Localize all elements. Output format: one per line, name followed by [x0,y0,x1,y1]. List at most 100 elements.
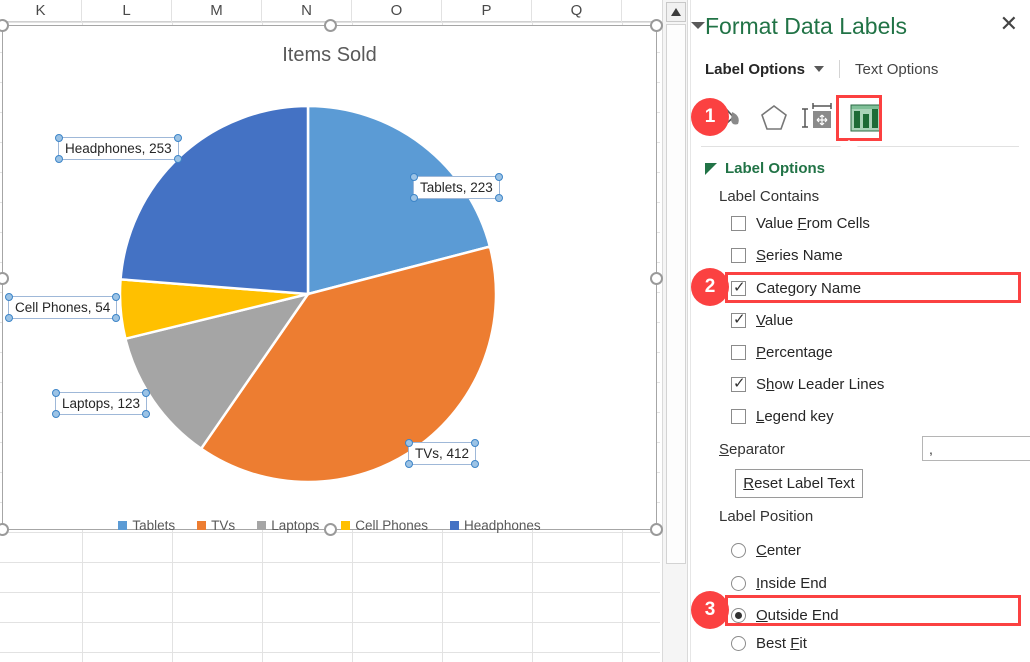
data-label-handle-bl[interactable] [410,194,418,202]
data-label[interactable]: Headphones, 253 [58,137,179,160]
close-icon[interactable]: ✕ [1000,14,1018,34]
checkbox-label: Series Name [756,247,843,264]
pane-tab-bar: Label Options Text Options [705,60,938,78]
chart-handle-middle-right[interactable] [650,272,663,285]
highlight-category-name [725,272,1021,303]
legend-swatch [118,521,127,530]
reset-label-text-button[interactable]: Reset Label Text [735,469,863,498]
radio-unselected-icon[interactable] [731,636,746,651]
pentagon-glyph [751,98,797,138]
radio-label: Best Fit [756,635,807,652]
checkbox-row-value-from-cells[interactable]: Value From Cells [731,210,1021,236]
data-label[interactable]: Laptops, 123 [55,392,147,415]
data-label[interactable]: Cell Phones, 54 [8,296,117,319]
column-header-N[interactable]: N [262,0,352,22]
scrollbar-thumb[interactable] [666,24,686,564]
data-label-handle-tl[interactable] [55,134,63,142]
worksheet-area: KLMNOPQR Items Sold Tablets, 223Headphon… [0,0,690,662]
tab-text-options[interactable]: Text Options [855,61,938,78]
checkbox-unchecked-icon[interactable] [731,409,746,424]
legend-item-tvs[interactable]: TVs [197,518,235,533]
scroll-up-arrow-icon[interactable] [666,2,686,22]
data-label-handle-br[interactable] [174,155,182,163]
chart-handle-bottom-right[interactable] [650,523,663,536]
data-label-handle-tl[interactable] [5,293,13,301]
data-label-text: TVs, 412 [415,446,469,461]
column-header-O[interactable]: O [352,0,442,22]
pane-menu-chevron-icon[interactable] [691,22,705,29]
grid-row-line [0,652,660,653]
effects-pentagon-icon[interactable] [751,98,797,138]
column-header-K[interactable]: K [0,0,82,22]
separator-label: Separator [719,441,785,458]
legend-label: Tablets [132,518,175,533]
separator-dropdown[interactable]: , [922,436,1030,461]
radio-row-center[interactable]: Center [731,537,1021,563]
group-label-contains: Label Contains [719,188,819,205]
column-header-P[interactable]: P [442,0,532,22]
selected-tab-pointer [840,140,858,147]
checkbox-row-series-name[interactable]: Series Name [731,242,1021,268]
checkbox-unchecked-icon[interactable] [731,345,746,360]
data-label-handle-bl[interactable] [5,314,13,322]
checkbox-row-legend-key[interactable]: Legend key [731,403,1021,429]
data-label-handle-bl[interactable] [55,155,63,163]
label-options-section-header[interactable]: Label Options [705,160,825,177]
data-label-handle-tr[interactable] [471,439,479,447]
checkbox-checked-icon[interactable] [731,377,746,392]
legend-label: Headphones [464,518,541,533]
legend-swatch [197,521,206,530]
radio-unselected-icon[interactable] [731,543,746,558]
checkbox-unchecked-icon[interactable] [731,248,746,263]
chart-title: Items Sold [3,44,656,67]
data-label-handle-bl[interactable] [405,460,413,468]
legend-item-cell-phones[interactable]: Cell Phones [341,518,428,533]
checkbox-unchecked-icon[interactable] [731,216,746,231]
tab-label-options[interactable]: Label Options [705,61,805,78]
data-label-handle-tr[interactable] [174,134,182,142]
legend-item-laptops[interactable]: Laptops [257,518,319,533]
radio-label: Inside End [756,575,827,592]
data-label-handle-br[interactable] [495,194,503,202]
checkbox-label: Legend key [756,408,834,425]
data-label-handle-br[interactable] [471,460,479,468]
radio-row-best-fit[interactable]: Best Fit [731,630,1021,656]
legend-swatch [450,521,459,530]
checkbox-row-percentage[interactable]: Percentage [731,339,1021,365]
data-label-handle-bl[interactable] [52,410,60,418]
column-header-L[interactable]: L [82,0,172,22]
caret-up-icon [671,8,681,16]
legend-label: TVs [211,518,235,533]
data-label-handle-tl[interactable] [52,389,60,397]
data-label-text: Headphones, 253 [65,141,172,156]
legend-item-tablets[interactable]: Tablets [118,518,175,533]
radio-row-inside-end[interactable]: Inside End [731,570,1021,596]
legend-item-headphones[interactable]: Headphones [450,518,541,533]
chart-handle-middle-left[interactable] [0,272,9,285]
data-label-handle-tl[interactable] [405,439,413,447]
data-label[interactable]: TVs, 412 [408,442,476,465]
checkbox-row-show-leader-lines[interactable]: Show Leader Lines [731,371,1021,397]
column-header-Q[interactable]: Q [532,0,622,22]
chart-handle-top-left[interactable] [0,19,9,32]
collapse-triangle-icon[interactable] [705,163,717,175]
checkbox-label: Value From Cells [756,215,870,232]
checkbox-checked-icon[interactable] [731,313,746,328]
chart-handle-bottom-center[interactable] [324,523,337,536]
chart-handle-top-center[interactable] [324,19,337,32]
checkbox-row-value[interactable]: Value [731,307,1021,333]
data-label-text: Cell Phones, 54 [15,300,110,315]
highlight-outside-end [725,595,1021,626]
pie-slice-headphones[interactable] [121,106,308,294]
grid-row-line [0,592,660,593]
column-header-M[interactable]: M [172,0,262,22]
data-label-handle-tr[interactable] [495,173,503,181]
chart-handle-top-right[interactable] [650,19,663,32]
chevron-down-icon[interactable] [814,66,824,72]
legend-label: Cell Phones [355,518,428,533]
radio-label: Center [756,542,801,559]
radio-unselected-icon[interactable] [731,576,746,591]
data-label[interactable]: Tablets, 223 [413,176,500,199]
pie-chart-object[interactable]: Items Sold Tablets, 223 Headphones, 253 Ce… [2,25,657,530]
data-label-handle-tl[interactable] [410,173,418,181]
